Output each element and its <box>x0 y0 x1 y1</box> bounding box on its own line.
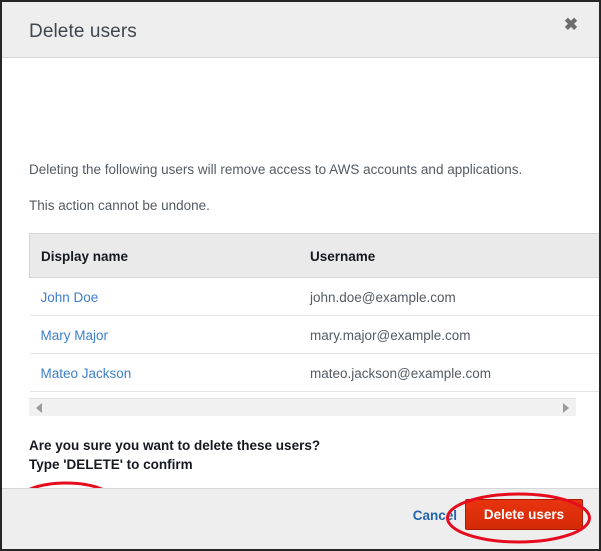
table-row: Mary Major mary.major@example.com <box>30 316 600 354</box>
cell-display-name: Mateo Jackson <box>30 354 300 392</box>
cell-username: mateo.jackson@example.com <box>299 354 600 392</box>
scroll-right-arrow-icon[interactable] <box>563 403 569 413</box>
user-link[interactable]: Mateo Jackson <box>41 366 132 381</box>
delete-users-button[interactable]: Delete users <box>465 499 583 530</box>
cell-display-name: Mary Major <box>30 316 300 354</box>
horizontal-scrollbar[interactable] <box>29 398 576 416</box>
dialog-body: Deleting the following users will remove… <box>2 58 599 488</box>
table-header: Display name Username <box>30 234 600 278</box>
intro-text-secondary: This action cannot be undone. <box>29 198 210 213</box>
user-link[interactable]: Mary Major <box>41 328 109 343</box>
table-row: Mateo Jackson mateo.jackson@example.com <box>30 354 600 392</box>
delete-users-dialog: Delete users ✖ Deleting the following us… <box>0 0 601 551</box>
dialog-footer: Cancel Delete users <box>2 488 599 549</box>
table-row: John Doe john.doe@example.com <box>30 278 600 316</box>
user-link[interactable]: John Doe <box>41 290 99 305</box>
dialog-header: Delete users ✖ <box>2 2 599 58</box>
users-table: Display name Username John Doe john.doe@… <box>29 233 600 392</box>
cell-username: mary.major@example.com <box>299 316 600 354</box>
page-title: Delete users <box>29 21 137 43</box>
table-body: John Doe john.doe@example.com Mary Major… <box>30 278 600 392</box>
cancel-button[interactable]: Cancel <box>413 508 457 523</box>
confirm-question: Are you sure you want to delete these us… <box>29 438 320 453</box>
close-icon[interactable]: ✖ <box>559 13 583 37</box>
users-table-container: Display name Username John Doe john.doe@… <box>29 233 576 392</box>
scroll-left-arrow-icon[interactable] <box>36 403 42 413</box>
confirm-instruction: Type 'DELETE' to confirm <box>29 457 193 472</box>
column-header-display-name: Display name <box>30 234 300 278</box>
cell-username: john.doe@example.com <box>299 278 600 316</box>
intro-text-primary: Deleting the following users will remove… <box>29 162 522 177</box>
column-header-username: Username <box>299 234 600 278</box>
cell-display-name: John Doe <box>30 278 300 316</box>
table-header-row: Display name Username <box>30 234 600 278</box>
